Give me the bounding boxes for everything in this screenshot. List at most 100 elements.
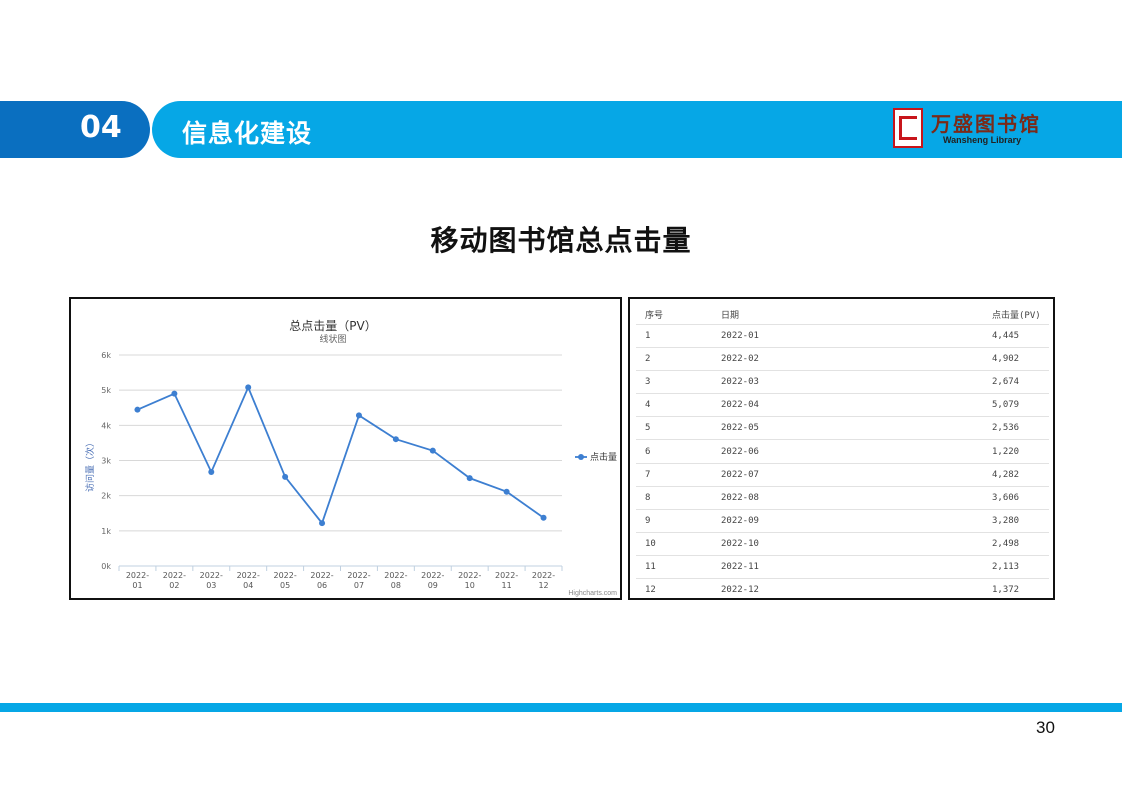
- y-axis-label: 访问量（次）: [84, 438, 96, 492]
- cell-clicks: 2,113: [992, 562, 1020, 572]
- cell-clicks: 4,282: [992, 469, 1020, 480]
- cell-date: 2022-10: [721, 538, 759, 549]
- table-row: 8 2022-08 3,606: [636, 486, 1049, 510]
- cell-date: 2022-03: [721, 377, 759, 388]
- data-point[interactable]: [171, 390, 178, 397]
- table-row: 1 2022-01 4,445: [636, 324, 1049, 348]
- cell-clicks: 4,445: [992, 331, 1020, 341]
- y-tick-label: 3k: [101, 457, 111, 466]
- cell-date: 2022-01: [721, 331, 759, 341]
- y-tick-label: 0k: [101, 562, 111, 571]
- cell-clicks: 1,220: [992, 446, 1020, 457]
- x-tick-label: 03: [206, 581, 216, 590]
- cell-clicks: 2,674: [992, 377, 1020, 388]
- table-row: 7 2022-07 4,282: [636, 463, 1049, 487]
- footer-bar: [0, 703, 1122, 712]
- x-tick-label: 2022-: [310, 571, 333, 580]
- table-row: 9 2022-09 3,280: [636, 509, 1049, 533]
- x-tick-label: 2022-: [347, 571, 370, 580]
- data-point[interactable]: [319, 520, 326, 527]
- x-tick-label: 09: [428, 581, 438, 590]
- x-tick-label: 2022-: [532, 571, 555, 580]
- table-row: 2 2022-02 4,902: [636, 347, 1049, 372]
- cell-clicks: 1,372: [992, 585, 1020, 596]
- data-point[interactable]: [282, 473, 289, 480]
- line-chart-panel: 总点击量（PV） 线状图 访问量（次） 0k 1k 2k 3k 4k 5k 6k 2022- 0…: [69, 297, 622, 600]
- x-tick-label: 2022-: [495, 571, 518, 580]
- section-number-box: [0, 101, 150, 158]
- x-tick-label: 08: [391, 581, 401, 590]
- table-row: 5 2022-05 2,536: [636, 416, 1049, 441]
- header-date: 日期: [721, 311, 740, 321]
- x-tick-label: 07: [354, 581, 364, 590]
- x-tick-label: 10: [465, 581, 475, 590]
- legend-marker[interactable]: [578, 454, 584, 460]
- cell-date: 2022-02: [721, 354, 759, 365]
- legend-label[interactable]: 点击量: [590, 451, 617, 463]
- cell-index: 12: [645, 585, 656, 596]
- cell-index: 11: [645, 562, 656, 572]
- line-chart: 总点击量（PV） 线状图 访问量（次） 0k1k2k3k4k5k6k2022-0…: [84, 319, 617, 597]
- x-tick-label: 01: [132, 581, 142, 590]
- cell-clicks: 2,536: [992, 423, 1020, 434]
- cell-index: 1: [645, 331, 651, 341]
- table-row: 12 2022-12 1,372: [636, 578, 1049, 601]
- x-tick-label: 2022-: [237, 571, 260, 580]
- x-tick-label: 2022-: [384, 571, 407, 580]
- x-tick-label: 2022-: [458, 571, 481, 580]
- cell-index: 10: [645, 538, 656, 549]
- x-tick-label: 2022-: [421, 571, 444, 580]
- table-header-row: 序号 日期 点击量(PV): [636, 301, 1049, 325]
- table-row: 10 2022-10 2,498: [636, 532, 1049, 556]
- page-number: 30: [1036, 718, 1055, 737]
- cell-date: 2022-06: [721, 446, 759, 457]
- cell-index: 3: [645, 377, 651, 388]
- logo-text-en: Wansheng Library: [943, 135, 1022, 145]
- data-point[interactable]: [503, 488, 510, 495]
- y-tick-label: 5k: [101, 386, 111, 395]
- logo-text-cn: 万盛图书馆: [931, 112, 1041, 136]
- x-tick-label: 2022-: [200, 571, 223, 580]
- table-row: 4 2022-04 5,079: [636, 393, 1049, 418]
- data-point[interactable]: [429, 447, 436, 454]
- x-tick-label: 11: [502, 581, 512, 590]
- cell-date: 2022-08: [721, 492, 759, 503]
- x-tick-label: 2022-: [163, 571, 186, 580]
- seal-icon: [893, 108, 923, 148]
- y-tick-label: 4k: [101, 421, 111, 430]
- y-tick-label: 2k: [101, 492, 111, 501]
- section-title: 信息化建设: [182, 119, 313, 148]
- cell-clicks: 5,079: [992, 400, 1020, 411]
- cell-clicks: 3,280: [992, 515, 1020, 526]
- data-point[interactable]: [134, 406, 141, 413]
- data-point[interactable]: [540, 514, 547, 521]
- y-tick-label: 1k: [101, 527, 111, 536]
- table-row: 11 2022-11 2,113: [636, 555, 1049, 579]
- chart-title: 总点击量（PV）: [289, 319, 376, 333]
- x-tick-label: 12: [538, 581, 548, 590]
- data-table: 序号 日期 点击量(PV) 1 2022-01 4,445 2 2022-02 4,902…: [628, 297, 1055, 600]
- cell-index: 7: [645, 469, 651, 480]
- y-tick-label: 6k: [101, 351, 111, 360]
- cell-index: 9: [645, 515, 651, 526]
- table-row: 6 2022-06 1,220: [636, 440, 1049, 464]
- cell-index: 2: [645, 354, 651, 365]
- table-row: 3 2022-03 2,674: [636, 370, 1049, 395]
- data-point[interactable]: [208, 468, 215, 475]
- data-point[interactable]: [392, 436, 399, 443]
- data-point[interactable]: [355, 412, 362, 419]
- x-tick-label: 02: [169, 581, 179, 590]
- x-tick-label: 05: [280, 581, 290, 590]
- cell-date: 2022-07: [721, 469, 759, 480]
- chart-credits[interactable]: Highcharts.com: [568, 590, 617, 597]
- x-tick-label: 04: [243, 581, 253, 590]
- header-clicks: 点击量(PV): [992, 311, 1041, 321]
- x-tick-label: 2022-: [274, 571, 297, 580]
- library-logo: 万盛图书馆 Wansheng Library: [893, 108, 1041, 150]
- data-point[interactable]: [466, 475, 473, 482]
- cell-index: 8: [645, 492, 651, 503]
- cell-date: 2022-12: [721, 585, 759, 596]
- data-point[interactable]: [245, 384, 252, 391]
- x-tick-label: 06: [317, 581, 327, 590]
- cell-date: 2022-09: [721, 515, 759, 526]
